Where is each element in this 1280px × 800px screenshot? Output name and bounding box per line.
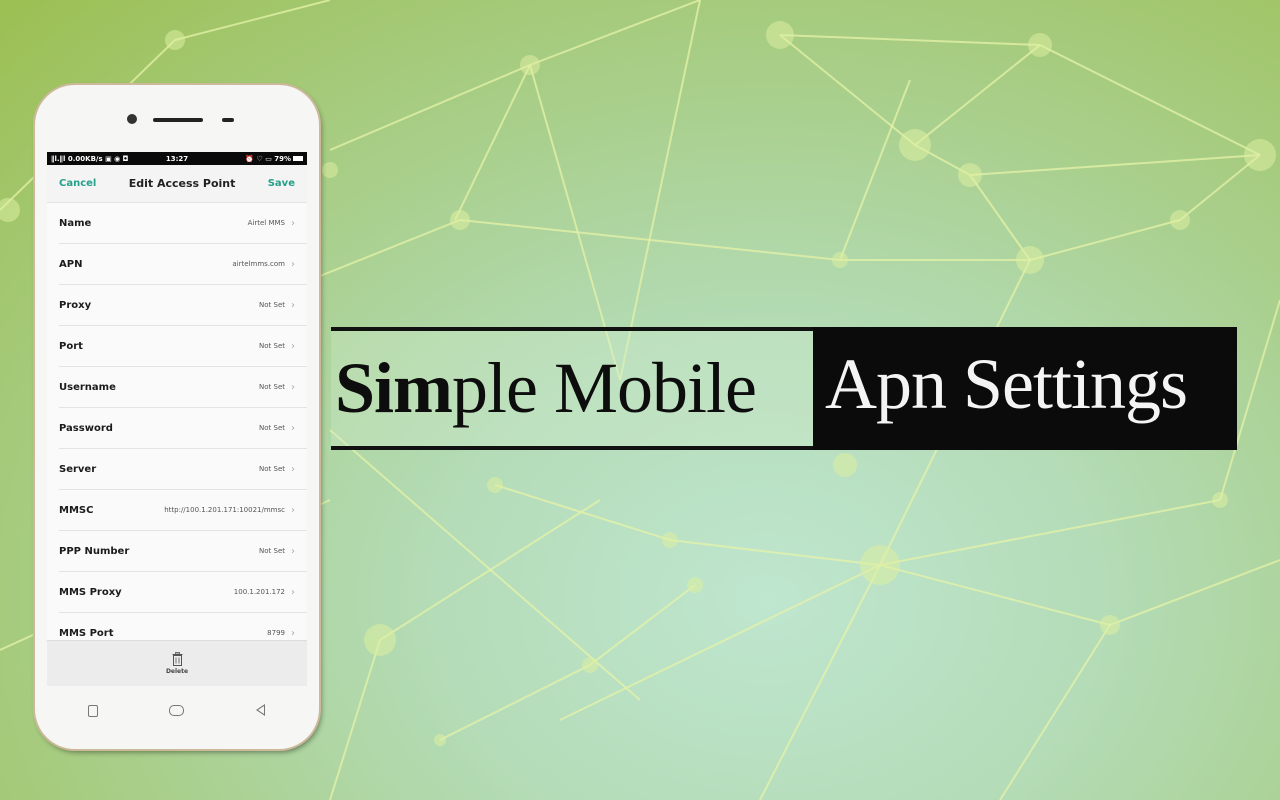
trash-icon xyxy=(172,652,182,666)
chevron-right-icon: › xyxy=(291,299,295,311)
status-time: 13:27 xyxy=(165,154,189,163)
field-row-ppp-number[interactable]: PPP Number Not Set › xyxy=(59,531,307,572)
field-row-mms-proxy[interactable]: MMS Proxy 100.1.201.172 › xyxy=(59,572,307,613)
delete-label: Delete xyxy=(165,668,189,675)
battery-percentage: ⏰ ♡ ▭ 79% xyxy=(245,154,291,163)
chevron-right-icon: › xyxy=(291,340,295,352)
chevron-right-icon: › xyxy=(291,422,295,434)
field-value: Not Set xyxy=(259,424,285,432)
chevron-right-icon: › xyxy=(291,545,295,557)
proximity-sensor xyxy=(222,118,234,122)
headline-left-box: Simple Mobile xyxy=(331,327,813,450)
field-label: MMS Proxy xyxy=(59,586,122,598)
field-label: MMS Port xyxy=(59,627,114,639)
status-right-indicators: ⏰ ♡ ▭ 79% xyxy=(219,155,303,163)
chevron-right-icon: › xyxy=(291,258,295,270)
headline-apn-settings: Apn Settings xyxy=(825,344,1188,424)
chevron-right-icon: › xyxy=(291,586,295,598)
field-value: Not Set xyxy=(259,547,285,555)
delete-button[interactable]: Delete xyxy=(47,640,307,686)
chevron-right-icon: › xyxy=(291,627,295,639)
field-row-server[interactable]: Server Not Set › xyxy=(59,449,307,490)
field-row-password[interactable]: Password Not Set › xyxy=(59,408,307,449)
back-icon[interactable] xyxy=(256,704,265,716)
cancel-button[interactable]: Cancel xyxy=(59,178,96,189)
status-bar: ∥l.∥l 0.00KB/s ▣ ◉ ◘ 13:27 ⏰ ♡ ▭ 79% xyxy=(47,152,307,165)
home-icon[interactable] xyxy=(169,705,184,716)
front-camera-icon xyxy=(127,114,137,124)
field-value: http://100.1.201.171:10021/mmsc xyxy=(164,506,285,514)
earpiece-speaker xyxy=(153,118,203,122)
chevron-right-icon: › xyxy=(291,217,295,229)
status-left-indicators: ∥l.∥l 0.00KB/s ▣ ◉ ◘ xyxy=(51,154,129,163)
headline-banner: Simple Mobile Apn Settings xyxy=(331,327,1237,450)
field-value: Not Set xyxy=(259,465,285,473)
phone-mockup: ∥l.∥l 0.00KB/s ▣ ◉ ◘ 13:27 ⏰ ♡ ▭ 79% Can… xyxy=(35,85,319,749)
headline-bold-part: Sim xyxy=(335,348,453,428)
field-value: airtelmms.com xyxy=(232,260,285,268)
field-label: Password xyxy=(59,422,113,434)
field-value: Not Set xyxy=(259,342,285,350)
field-label: Username xyxy=(59,381,116,393)
field-value: Airtel MMS xyxy=(247,219,285,227)
field-value: 8799 xyxy=(267,629,285,637)
save-button[interactable]: Save xyxy=(268,178,295,189)
apn-field-list: Name Airtel MMS › APN airtelmms.com › Proxy N… xyxy=(47,203,307,654)
battery-icon xyxy=(293,156,303,161)
field-label: PPP Number xyxy=(59,545,130,557)
field-row-port[interactable]: Port Not Set › xyxy=(59,326,307,367)
phone-screen: ∥l.∥l 0.00KB/s ▣ ◉ ◘ 13:27 ⏰ ♡ ▭ 79% Can… xyxy=(47,152,307,686)
field-value: Not Set xyxy=(259,383,285,391)
field-label: Server xyxy=(59,463,97,475)
field-label: Proxy xyxy=(59,299,92,311)
headline-simple-mobile: Simple Mobile xyxy=(335,347,757,430)
page-title: Edit Access Point xyxy=(128,177,236,190)
field-value: 100.1.201.172 xyxy=(233,588,285,596)
field-label: MMSC xyxy=(59,504,94,516)
field-value: Not Set xyxy=(259,301,285,309)
navigation-softkeys xyxy=(35,695,319,725)
field-label: Port xyxy=(59,340,83,352)
field-row-username[interactable]: Username Not Set › xyxy=(59,367,307,408)
chevron-right-icon: › xyxy=(291,463,295,475)
recent-apps-icon[interactable] xyxy=(88,705,98,717)
field-row-mmsc[interactable]: MMSC http://100.1.201.171:10021/mmsc › xyxy=(59,490,307,531)
chevron-right-icon: › xyxy=(291,504,295,516)
edit-access-point-header: Cancel Edit Access Point Save xyxy=(47,165,307,203)
field-label: Name xyxy=(59,217,92,229)
field-row-apn[interactable]: APN airtelmms.com › xyxy=(59,244,307,285)
field-label: APN xyxy=(59,258,83,270)
field-row-proxy[interactable]: Proxy Not Set › xyxy=(59,285,307,326)
chevron-right-icon: › xyxy=(291,381,295,393)
headline-right-box: Apn Settings xyxy=(813,327,1237,450)
field-row-name[interactable]: Name Airtel MMS › xyxy=(59,203,307,244)
headline-regular-part: ple Mobile xyxy=(452,348,757,428)
